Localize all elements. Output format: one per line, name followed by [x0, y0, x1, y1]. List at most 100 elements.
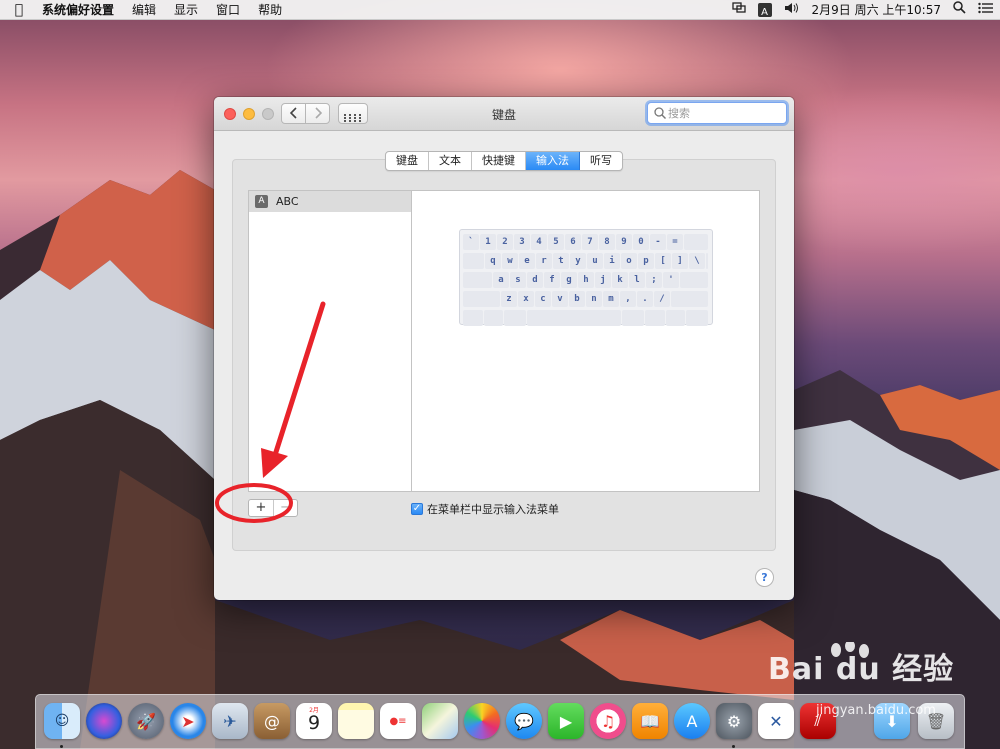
grid-icon [344, 114, 362, 122]
zoom-button[interactable] [262, 108, 274, 120]
app-store-icon[interactable]: A [674, 703, 710, 739]
add-input-source-button[interactable]: + [249, 500, 273, 516]
keyboard-key: y [570, 253, 586, 269]
keyboard-row: z x c v b n m,. / [463, 290, 709, 308]
safari-icon[interactable]: ➤ [170, 703, 206, 739]
ibooks-icon[interactable]: 📖 [632, 703, 668, 739]
keyboard-modifier-key [686, 310, 709, 326]
close-button[interactable] [224, 108, 236, 120]
back-button[interactable] [281, 103, 306, 124]
system-preferences-icon[interactable]: ⚙ [716, 703, 752, 739]
keyboard-key: v [552, 291, 568, 307]
siri-icon[interactable] [86, 703, 122, 739]
menu-help[interactable]: 帮助 [249, 0, 291, 20]
menu-extras: A 2月9日 周六 上午10:57 [726, 0, 1000, 20]
messages-icon[interactable]: 💬 [506, 703, 542, 739]
keyboard-key: a [493, 272, 509, 288]
keyboard-modifier-key [504, 310, 526, 326]
launchpad-icon[interactable]: 🚀 [128, 703, 164, 739]
screen-mirroring-icon[interactable] [731, 0, 746, 20]
keyboard-modifier-key [680, 272, 708, 288]
keyboard-key: f [544, 272, 560, 288]
contacts-icon[interactable]: @ [254, 703, 290, 739]
keyboard-key: ' [663, 272, 679, 288]
keyboard-key: 6 [565, 234, 581, 250]
downloads-folder-icon[interactable]: ⬇ [874, 703, 910, 739]
keyboard-key: g [561, 272, 577, 288]
tab-keyboard[interactable]: 键盘 [386, 152, 429, 170]
trash-icon[interactable]: 🗑 [918, 703, 954, 739]
maps-icon[interactable] [422, 703, 458, 739]
keyboard-key: q [485, 253, 501, 269]
spotlight-icon[interactable] [953, 0, 966, 20]
volume-icon[interactable] [784, 0, 800, 20]
keyboard-key: s [510, 272, 526, 288]
keyboard-key: - [650, 234, 666, 250]
search-field[interactable] [647, 102, 787, 124]
calendar-icon[interactable]: 2月 9 [296, 703, 332, 739]
menu-view[interactable]: 显示 [165, 0, 207, 20]
keyboard-modifier-key [463, 253, 484, 269]
show-input-menu-option[interactable]: ✓ 在菜单栏中显示输入法菜单 [411, 501, 559, 517]
running-indicator [60, 745, 63, 748]
keyboard-key: p [638, 253, 654, 269]
reminders-icon[interactable]: ●≡ [380, 703, 416, 739]
input-source-label: ABC [276, 195, 299, 208]
keyboard-modifier-key [671, 291, 708, 307]
search-input[interactable] [668, 105, 782, 121]
keyboard-key: r [536, 253, 552, 269]
tab-text[interactable]: 文本 [429, 152, 472, 170]
show-input-menu-checkbox[interactable]: ✓ [411, 503, 423, 515]
tab-dictation[interactable]: 听写 [580, 152, 622, 170]
facetime-icon[interactable]: ▶ [548, 703, 584, 739]
calendar-day: 9 [307, 712, 321, 734]
mail-icon[interactable]: ✈ [212, 703, 248, 739]
keyboard-key: t [553, 253, 569, 269]
keyboard-key: d [527, 272, 543, 288]
minimize-button[interactable] [243, 108, 255, 120]
keyboard-key: . [637, 291, 653, 307]
keyboard-key: 4 [531, 234, 547, 250]
tab-input-sources[interactable]: 输入法 [526, 152, 580, 170]
parallels-icon[interactable]: ⫽ [800, 703, 836, 739]
search-icon [654, 107, 666, 119]
keyboard-key: k [612, 272, 628, 288]
menu-bar:  系统偏好设置 编辑 显示 窗口 帮助 A 2月9日 周六 上午10:57 [0, 0, 1000, 20]
menu-edit[interactable]: 编辑 [123, 0, 165, 20]
finder-icon[interactable]: ☺ [44, 703, 80, 739]
title-bar[interactable]: 键盘 [214, 97, 794, 131]
photos-icon[interactable] [464, 703, 500, 739]
itunes-icon[interactable]: ♫ [590, 703, 626, 739]
keyboard-modifier-key [463, 272, 492, 288]
xmind-icon[interactable]: ✕ [758, 703, 794, 739]
keyboard-key: = [667, 234, 683, 250]
keyboard-key: [ [655, 253, 671, 269]
keyboard-layout-preview: ` 1 2 3 4 5 6 7 8 9 0- = q w e r t y u i o p[] \ a s d f g h j k l; ' z x c… [459, 229, 713, 327]
menu-app-name[interactable]: 系统偏好设置 [38, 0, 123, 20]
menu-window[interactable]: 窗口 [207, 0, 249, 20]
clock[interactable]: 2月9日 周六 上午10:57 [812, 0, 941, 20]
keyboard-modifier-key [684, 234, 708, 250]
keyboard-key: / [654, 291, 670, 307]
remove-input-source-button[interactable]: − [273, 500, 297, 516]
keyboard-row [463, 309, 709, 327]
tab-shortcuts[interactable]: 快捷键 [472, 152, 526, 170]
list-item[interactable]: A ABC [249, 191, 411, 212]
input-source-list[interactable]: A ABC [248, 190, 412, 492]
notes-icon[interactable] [338, 703, 374, 739]
notification-center-icon[interactable] [978, 0, 994, 20]
keyboard-key: m [603, 291, 619, 307]
help-button[interactable]: ? [755, 568, 774, 587]
keyboard-key: n [586, 291, 602, 307]
show-input-menu-label: 在菜单栏中显示输入法菜单 [427, 503, 559, 516]
show-all-button[interactable] [338, 103, 368, 124]
abc-input-icon: A [255, 195, 268, 208]
keyboard-key: c [535, 291, 551, 307]
apple-menu-icon[interactable]:  [0, 2, 38, 18]
keyboard-preferences-window: 键盘 键盘 文本 快捷键 输入法 听写 A ABC `1234567890-=q… [214, 97, 794, 600]
keyboard-modifier-key [526, 310, 622, 326]
running-indicator [732, 745, 735, 748]
forward-button[interactable] [305, 103, 330, 124]
input-source-icon[interactable]: A [757, 2, 772, 18]
dock: ☺ 🚀 ➤ ✈ @ 2月 9 ●≡ 💬 ▶ ♫ 📖 A ⚙ ✕ ⫽ ⬇ 🗑 [35, 694, 965, 749]
